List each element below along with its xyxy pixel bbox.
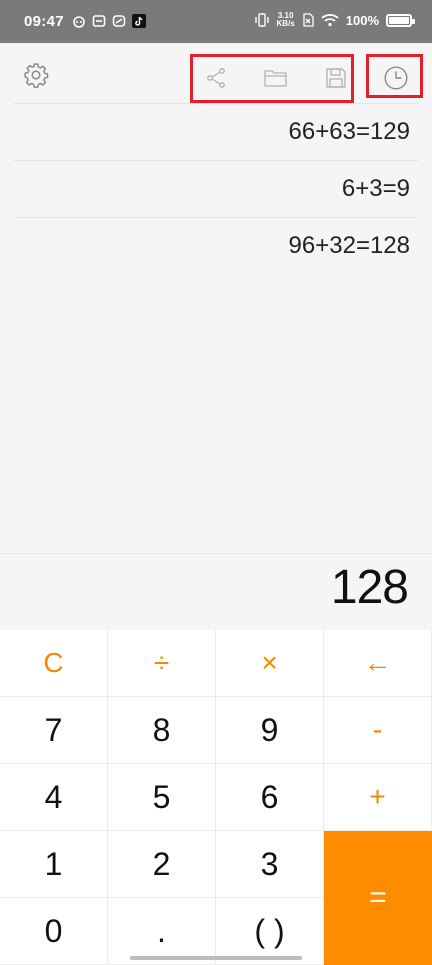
- gear-icon: [24, 63, 49, 88]
- save-button[interactable]: [316, 58, 356, 98]
- toolbar: [0, 43, 432, 103]
- equals-button[interactable]: =: [324, 831, 432, 965]
- folder-icon: [264, 70, 287, 87]
- digit-7-button[interactable]: 7: [0, 697, 108, 764]
- result-display: 128: [330, 561, 409, 614]
- display-divider: [0, 553, 432, 554]
- clock-icon: [384, 66, 408, 90]
- wifi-icon: [321, 14, 339, 27]
- digit-3-button[interactable]: 3: [216, 831, 324, 898]
- battery-icon: [386, 13, 415, 27]
- net-speed-unit: KB/s: [276, 19, 295, 28]
- digit-6-button[interactable]: 6: [216, 764, 324, 831]
- history-expression: 6+3=9: [341, 175, 410, 202]
- tiktok-notification-icon: [132, 14, 146, 28]
- digit-8-button[interactable]: 8: [108, 697, 216, 764]
- inbox-notification-icon: [92, 15, 106, 27]
- keypad: C ÷ × ← 7 8 9 - 4 5 6 + 1 2 3 = 0 . ( ): [0, 630, 432, 965]
- share-icon: [207, 68, 225, 88]
- clear-button[interactable]: C: [0, 630, 108, 697]
- notification-icons: [72, 14, 146, 28]
- digit-9-button[interactable]: 9: [216, 697, 324, 764]
- digit-5-button[interactable]: 5: [108, 764, 216, 831]
- digit-4-button[interactable]: 4: [0, 764, 108, 831]
- history-expression: 66+63=129: [288, 118, 410, 145]
- subtract-button[interactable]: -: [324, 697, 432, 764]
- history-expression: 96+32=128: [288, 232, 410, 259]
- share-button[interactable]: [196, 58, 236, 98]
- open-folder-button[interactable]: [256, 58, 296, 98]
- history-list: 66+63=129 6+3=9 96+32=128: [14, 103, 418, 274]
- vibrate-icon: [254, 13, 269, 27]
- history-item[interactable]: 66+63=129: [14, 103, 418, 160]
- decimal-button[interactable]: .: [108, 898, 216, 965]
- divide-button[interactable]: ÷: [108, 630, 216, 697]
- parentheses-button[interactable]: ( ): [216, 898, 324, 965]
- history-item[interactable]: 96+32=128: [14, 217, 418, 274]
- settings-button[interactable]: [16, 55, 56, 95]
- home-indicator[interactable]: [130, 956, 302, 960]
- digit-2-button[interactable]: 2: [108, 831, 216, 898]
- digit-0-button[interactable]: 0: [0, 898, 108, 965]
- history-item[interactable]: 6+3=9: [14, 160, 418, 217]
- multiply-button[interactable]: ×: [216, 630, 324, 697]
- status-time: 09:47: [24, 13, 64, 30]
- cat-notification-icon: [73, 16, 85, 28]
- link-notification-icon: [112, 15, 126, 27]
- sim-off-icon: [303, 13, 314, 27]
- floppy-icon: [326, 68, 346, 88]
- add-button[interactable]: +: [324, 764, 432, 831]
- status-bar: 09:47 3.10 KB/s 100%: [0, 0, 432, 43]
- net-speed: 3.10 KB/s: [277, 12, 295, 28]
- status-right: 3.10 KB/s 100%: [254, 12, 415, 28]
- history-button[interactable]: [374, 58, 418, 98]
- digit-1-button[interactable]: 1: [0, 831, 108, 898]
- backspace-button[interactable]: ←: [324, 630, 432, 697]
- battery-percent: 100%: [345, 12, 379, 28]
